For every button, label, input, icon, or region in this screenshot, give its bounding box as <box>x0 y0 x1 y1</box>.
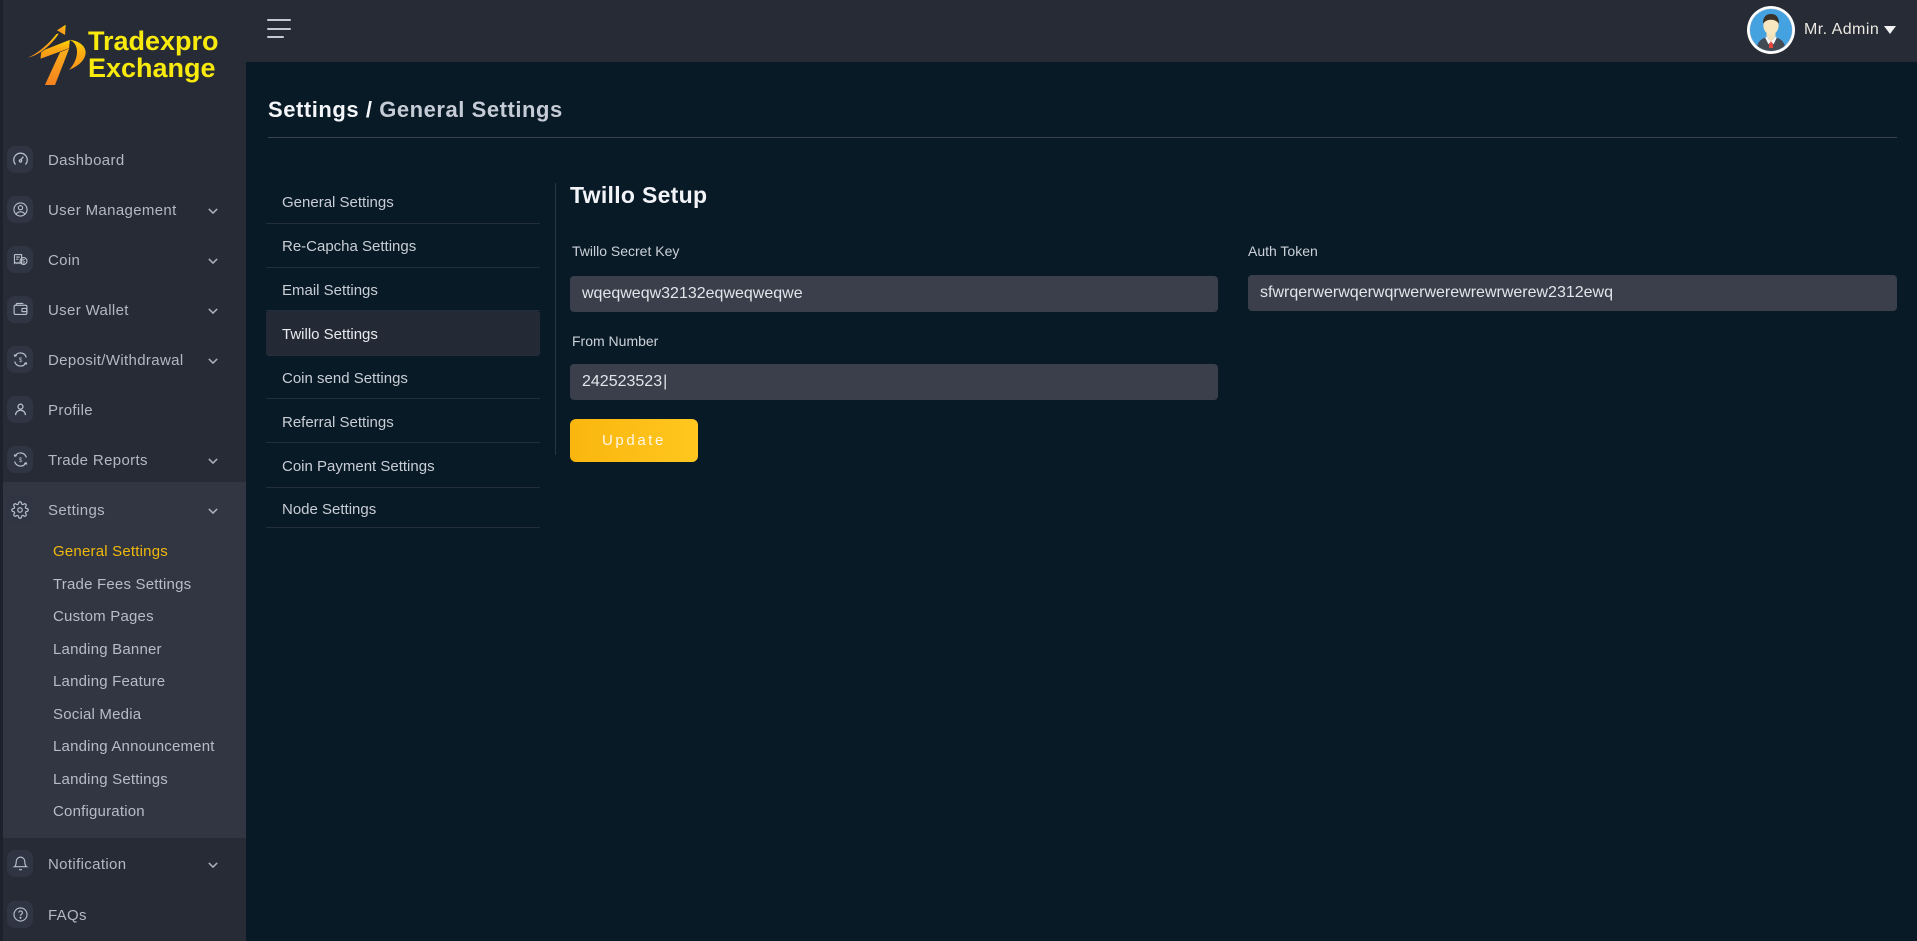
svg-text:$: $ <box>18 357 22 364</box>
svg-text:$: $ <box>18 457 22 464</box>
